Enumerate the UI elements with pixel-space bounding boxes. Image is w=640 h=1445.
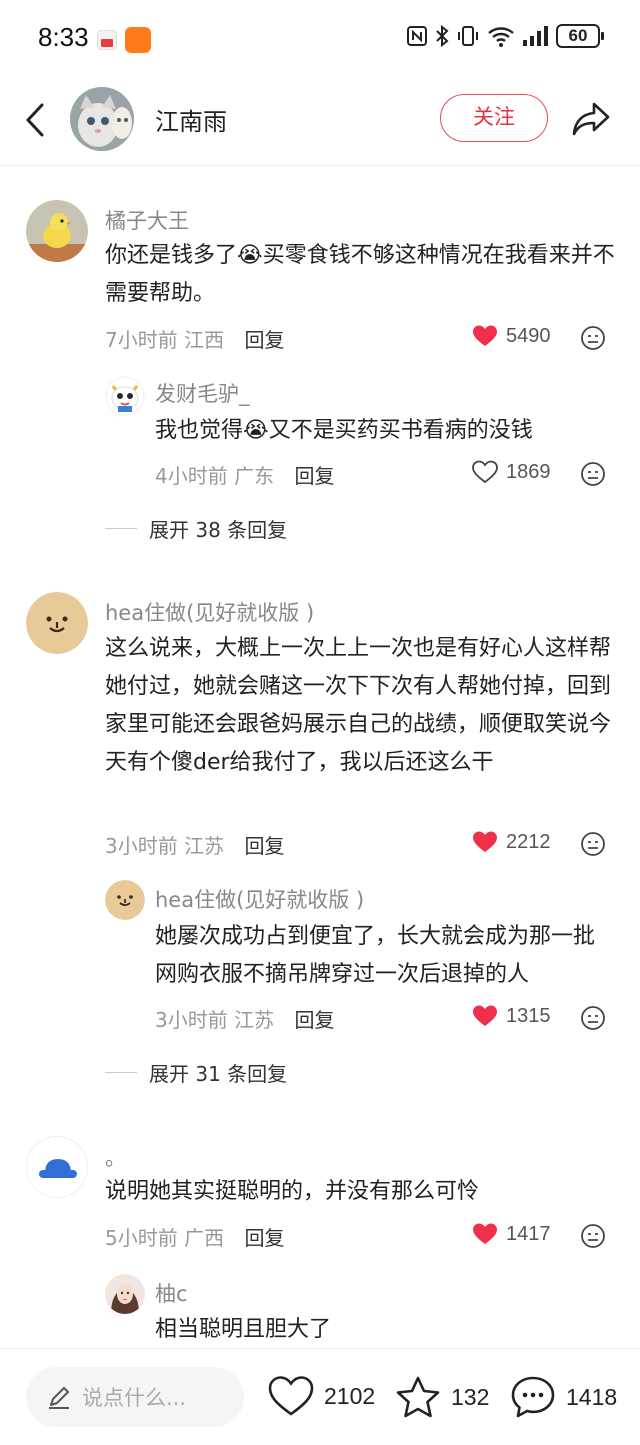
star-icon: [396, 1376, 440, 1418]
heart-outline-icon: [472, 460, 498, 484]
favorite-button[interactable]: 132: [395, 1375, 489, 1419]
reply-avatar[interactable]: [105, 1274, 145, 1314]
comment-text: 说明她其实挺聪明的，并没有那么可怜: [105, 1179, 480, 1204]
comment-time: 3小时前: [105, 834, 178, 858]
battery-indicator: 60: [556, 24, 604, 48]
comments-button[interactable]: 1418: [510, 1375, 617, 1419]
divider: [105, 1072, 137, 1073]
dislike-face-icon[interactable]: [580, 461, 606, 487]
back-arrow-icon[interactable]: [20, 100, 50, 140]
commenter-avatar[interactable]: [26, 1136, 88, 1198]
like-button[interactable]: 5490: [472, 324, 551, 348]
comment-location: 广西: [184, 1226, 225, 1250]
vibrate-icon: [458, 26, 478, 46]
comment-time: 5小时前: [105, 1226, 178, 1250]
like-button[interactable]: 1315: [472, 1004, 551, 1028]
divider: [105, 528, 137, 529]
reply-button[interactable]: 回复: [294, 464, 334, 488]
dislike-face-icon[interactable]: [580, 1005, 606, 1031]
reply-avatar[interactable]: [105, 880, 145, 920]
reply-button[interactable]: 回复: [244, 834, 284, 858]
reply-button[interactable]: 回复: [244, 1226, 284, 1250]
favorite-count: 132: [451, 1383, 490, 1410]
reply-time: 3小时前: [155, 1008, 228, 1032]
reply-meta: 4小时前 广东 回复: [155, 460, 334, 489]
reply-text: 相当聪明且胆大了: [155, 1317, 332, 1342]
status-time: 8:33: [38, 22, 89, 52]
reply-text: 我也觉得😭又不是买药买书看病的没钱: [155, 418, 533, 443]
expand-replies-button[interactable]: 展开 31 条回复: [105, 1058, 287, 1087]
comment-count: 1418: [566, 1383, 618, 1410]
reply-avatar[interactable]: [105, 376, 145, 416]
reply-button[interactable]: 回复: [294, 1008, 334, 1032]
reply-name[interactable]: hea住做(见好就收版 ): [155, 884, 364, 914]
like-count: 1315: [506, 1004, 551, 1027]
heart-icon: [473, 1005, 497, 1026]
heart-icon: [473, 325, 497, 346]
comment-input-placeholder: 说点什么...: [82, 1386, 187, 1410]
comment-time: 7小时前: [105, 328, 178, 352]
dislike-face-icon[interactable]: [580, 1223, 606, 1249]
reply-location: 江苏: [234, 1008, 275, 1032]
share-icon[interactable]: [570, 98, 612, 140]
author-avatar[interactable]: [70, 87, 134, 151]
reply-text: 她屡次成功占到便宜了，长大就会成为那一批网购衣服不摘吊牌穿过一次后退掉的人: [155, 924, 596, 987]
signal-icon: [523, 26, 548, 46]
like-count: 5490: [506, 324, 551, 347]
commenter-avatar[interactable]: [26, 592, 88, 654]
reply-name[interactable]: 柚c: [155, 1278, 188, 1308]
comment-location: 江苏: [184, 834, 225, 858]
like-count: 1417: [506, 1222, 551, 1245]
bottom-action-bar: 说点什么... 2102 132 1418: [0, 1348, 640, 1445]
commenter-name[interactable]: hea住做(见好就收版 ): [105, 597, 314, 627]
post-like-count: 2102: [324, 1382, 376, 1409]
expand-replies-button[interactable]: 展开 38 条回复: [105, 514, 287, 543]
reply-meta: 3小时前 江苏 回复: [155, 1004, 334, 1033]
wifi-icon: [488, 27, 514, 47]
expand-label: 展开 31 条回复: [149, 1062, 288, 1086]
bluetooth-icon: [436, 24, 449, 48]
like-button[interactable]: 1869: [472, 460, 551, 484]
calendar-app-icon: [97, 30, 117, 50]
reply-location: 广东: [234, 464, 275, 488]
comment-meta: 3小时前 江苏 回复: [105, 830, 284, 859]
post-like-button[interactable]: 2102: [268, 1375, 375, 1417]
comment-input[interactable]: 说点什么...: [26, 1367, 244, 1427]
dislike-face-icon[interactable]: [580, 325, 606, 351]
comment-location: 江西: [184, 328, 225, 352]
comment-text: 这么说来，大概上一次上上一次也是有好心人这样帮她付过，她就会赌这一次下下次有人帮…: [105, 636, 612, 775]
status-bar: 8:33 60: [0, 0, 640, 80]
reply-button[interactable]: 回复: [244, 328, 284, 352]
comment-meta: 7小时前 江西 回复: [105, 324, 284, 353]
status-icons: 60: [406, 24, 604, 48]
follow-button[interactable]: 关注: [440, 94, 548, 142]
nfc-icon: [407, 26, 427, 46]
expand-label: 展开 38 条回复: [149, 518, 288, 542]
heart-icon: [473, 1223, 497, 1244]
comment-bubble-icon: [511, 1376, 555, 1418]
shopping-app-icon: [125, 27, 151, 53]
heart-icon: [473, 831, 497, 852]
pencil-icon: [49, 1387, 69, 1409]
commenter-name[interactable]: 。: [105, 1142, 126, 1172]
author-name[interactable]: 江南雨: [155, 102, 227, 137]
reply-name[interactable]: 发财毛驴_: [155, 378, 250, 408]
heart-outline-icon: [268, 1376, 314, 1416]
commenter-avatar[interactable]: [26, 200, 88, 262]
post-header: 江南雨 关注: [0, 80, 640, 166]
dislike-face-icon[interactable]: [580, 831, 606, 857]
like-button[interactable]: 1417: [472, 1222, 551, 1246]
reply-time: 4小时前: [155, 464, 228, 488]
comment-text: 你还是钱多了😭买零食钱不够这种情况在我看来并不需要帮助。: [105, 243, 615, 306]
commenter-name[interactable]: 橘子大王: [105, 205, 189, 235]
like-button[interactable]: 2212: [472, 830, 551, 854]
comment-meta: 5小时前 广西 回复: [105, 1222, 284, 1251]
like-count: 2212: [506, 830, 551, 853]
like-count: 1869: [506, 460, 551, 483]
